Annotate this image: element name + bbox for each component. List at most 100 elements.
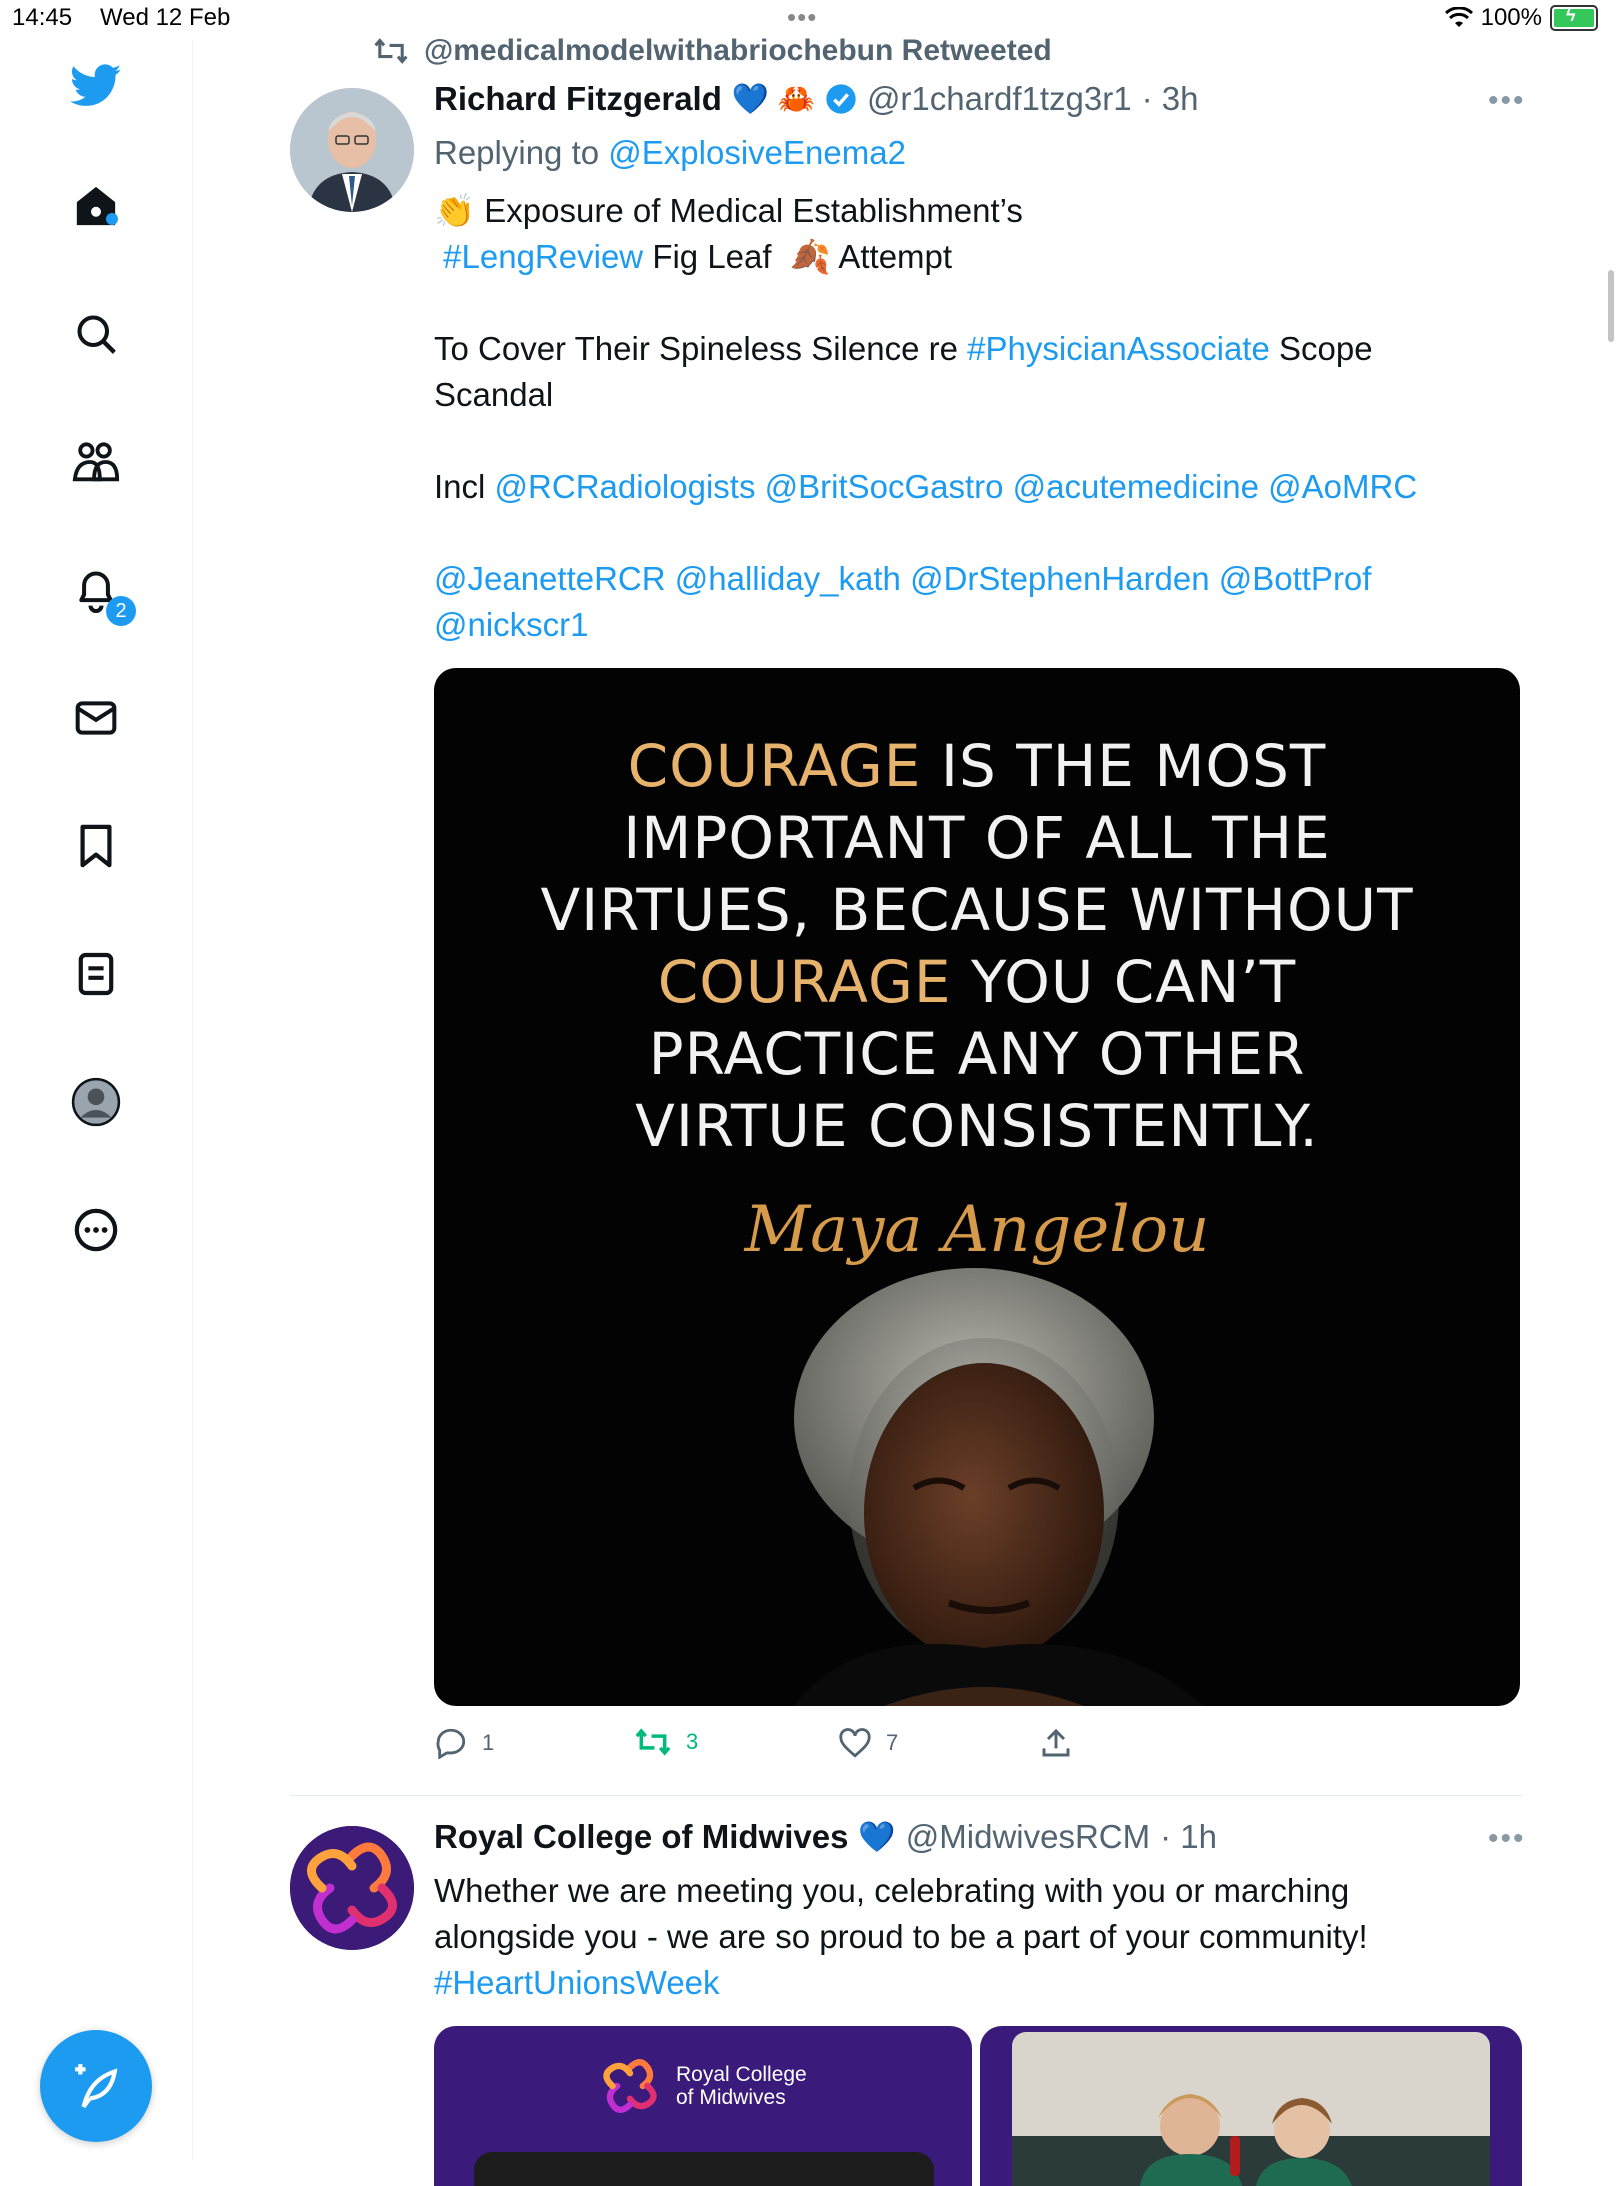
tweet1-reply-to[interactable]: @ExplosiveEnema2	[608, 134, 906, 171]
tweet-divider	[290, 1795, 1522, 1796]
tweet1-line3-b: Scope	[1278, 330, 1373, 367]
rcm-avatar[interactable]	[290, 1826, 414, 1950]
compose-tweet-button[interactable]	[40, 2030, 152, 2142]
reply-icon	[436, 1728, 466, 1759]
twitter-logo-icon[interactable]	[70, 60, 122, 112]
quote-courage-1: COURAGE	[627, 732, 922, 800]
leaf-emoji: 🍂	[789, 238, 831, 275]
tweet2-header: Royal College of Midwives 💙 @MidwivesRCM…	[434, 1818, 1217, 1856]
tweet1-header: Richard Fitzgerald 💙 🦀 @r1chardf1tzg3r1 …	[434, 80, 1198, 118]
rcm-media-logo-line2: of Midwives	[676, 2086, 786, 2109]
retweet-banner-text: @medicalmodelwithabriochebun Retweeted	[424, 34, 1052, 67]
tweet1-line1: Exposure of Medical Establishment’s	[484, 192, 1023, 229]
quote-line5: PRACTICE ANY OTHER	[648, 1020, 1306, 1088]
tweet1-retweet-count: 3	[686, 1729, 699, 1754]
tweet1-name-emoji: 💙 🦀	[731, 82, 815, 116]
hashtag-lengreview[interactable]: #LengReview	[443, 238, 643, 275]
rcm-logo-icon	[290, 1826, 414, 1950]
tweet2-line1: Whether we are meeting you, celebrating …	[434, 1872, 1350, 1909]
quote-signature: Maya Angelou	[744, 1193, 1210, 1267]
quote-line6: VIRTUE CONSISTENTLY.	[635, 1092, 1319, 1160]
retweet-icon	[374, 38, 408, 64]
tweet1-share-button[interactable]	[1040, 1727, 1072, 1759]
nav-communities[interactable]	[70, 436, 122, 488]
hashtag-heartunionsweek[interactable]: #HeartUnionsWeek	[434, 1960, 1524, 2006]
midwives-photo	[1012, 2032, 1490, 2186]
nav-more[interactable]	[70, 1204, 122, 1256]
profile-icon	[71, 1077, 121, 1127]
rcm-media-logo: Royal College of Midwives	[594, 2050, 807, 2122]
tweet1-time[interactable]: · 3h	[1142, 80, 1199, 118]
tweet1-line4: Scandal	[434, 376, 554, 413]
compose-feather-icon	[75, 2064, 118, 2109]
sidebar: 2	[0, 40, 193, 2160]
battery-icon: ϟ	[1550, 5, 1598, 31]
tweet1-line2-end: Attempt	[838, 238, 953, 275]
more-icon	[74, 1208, 118, 1252]
battery-percent: 100%	[1480, 4, 1542, 31]
messages-icon	[75, 701, 117, 735]
nav-messages[interactable]	[70, 692, 122, 744]
tweet1-handle[interactable]: @r1chardf1tzg3r1	[867, 80, 1132, 118]
quote-line4: YOU CAN’T	[951, 948, 1297, 1016]
bookmarks-icon	[80, 824, 112, 868]
tweet1-line2: Fig Leaf	[652, 238, 772, 275]
quote-line1: IS THE MOST	[921, 732, 1327, 800]
notifications-badge: 2	[106, 596, 136, 626]
status-right: 100% ϟ	[1444, 4, 1598, 32]
retweet-banner[interactable]: @medicalmodelwithabriochebun Retweeted	[372, 34, 1052, 68]
hashtag-physicianassociate[interactable]: #PhysicianAssociate	[967, 330, 1270, 367]
communities-icon	[72, 442, 120, 482]
tweet1-more-button[interactable]: •••	[1488, 84, 1526, 118]
tweet1-mentions-1[interactable]: @RCRadiologists @BritSocGastro @acutemed…	[495, 468, 1418, 505]
quote-line3: VIRTUES, BECAUSE WITHOUT	[540, 876, 1414, 944]
status-time: 14:45	[12, 4, 73, 31]
tweet2-media-1[interactable]: Royal College of Midwives	[434, 2026, 972, 2186]
tweet1-line3: To Cover Their Spineless Silence re	[434, 330, 958, 367]
home-unread-dot	[106, 213, 118, 225]
tweet1-text: 👏 Exposure of Medical Establishment’s #L…	[434, 188, 1524, 648]
tweet1-like-count: 7	[886, 1730, 899, 1755]
tweet2-line2: alongside you - we are so proud to be a …	[434, 1918, 1368, 1955]
portrait-illustration	[794, 1268, 1204, 1706]
tweet1-incl: Incl	[434, 468, 486, 505]
tweet2-name-emoji: 💙	[858, 1820, 896, 1854]
tweet1-mentions-2[interactable]: @JeanetteRCR @halliday_kath @DrStephenHa…	[434, 556, 1524, 602]
rcm-media-logo-line1: Royal College	[676, 2063, 807, 2086]
tweet1-reply-count: 1	[482, 1730, 495, 1755]
tweet1-author-name[interactable]: Richard Fitzgerald	[434, 80, 722, 118]
search-icon	[77, 315, 116, 354]
tweet2-time[interactable]: · 1h	[1160, 1818, 1217, 1856]
tweet2-more-button[interactable]: •••	[1488, 1822, 1526, 1856]
nav-lists[interactable]	[70, 948, 122, 1000]
quote-line2: IMPORTANT OF ALL THE	[623, 804, 1331, 872]
author-avatar[interactable]	[290, 88, 414, 212]
tweet1-reply-button[interactable]: 1	[434, 1727, 494, 1759]
rcm-logo-icon	[603, 2059, 657, 2113]
lists-icon	[78, 952, 114, 996]
quote-text: COURAGE IS THE MOST IMPORTANT OF ALL THE…	[434, 730, 1520, 1162]
tweet1-retweet-button[interactable]: 3	[634, 1727, 698, 1757]
tweet1-image[interactable]: COURAGE IS THE MOST IMPORTANT OF ALL THE…	[434, 668, 1520, 1706]
wifi-icon	[1444, 7, 1473, 27]
tweet2-media-2[interactable]	[980, 2026, 1522, 2186]
tweet1-like-button[interactable]: 7	[838, 1727, 898, 1759]
verified-badge-icon	[826, 84, 856, 114]
share-icon	[1042, 1728, 1070, 1757]
tweet1-reply-prefix: Replying to	[434, 134, 600, 171]
tweet2-handle[interactable]: @MidwivesRCM	[906, 1818, 1150, 1856]
tweet1-mentions-3[interactable]: @nickscr1	[434, 602, 1524, 648]
nav-search[interactable]	[70, 308, 122, 360]
nav-bookmarks[interactable]	[70, 820, 122, 872]
clap-emoji: 👏	[434, 192, 476, 229]
status-date: Wed 12 Feb	[100, 4, 231, 31]
tweet2-author-name[interactable]: Royal College of Midwives	[434, 1818, 848, 1856]
nav-profile[interactable]	[70, 1076, 122, 1128]
scrollbar[interactable]	[1608, 270, 1614, 342]
heart-icon	[839, 1728, 871, 1758]
retweet-icon	[635, 1728, 671, 1756]
multitasking-dots[interactable]: •••	[787, 2, 817, 33]
quote-courage-2: COURAGE	[657, 948, 952, 1016]
tweet2-text: Whether we are meeting you, celebrating …	[434, 1868, 1524, 2006]
tweet1-reply-line: Replying to @ExplosiveEnema2	[434, 130, 906, 176]
